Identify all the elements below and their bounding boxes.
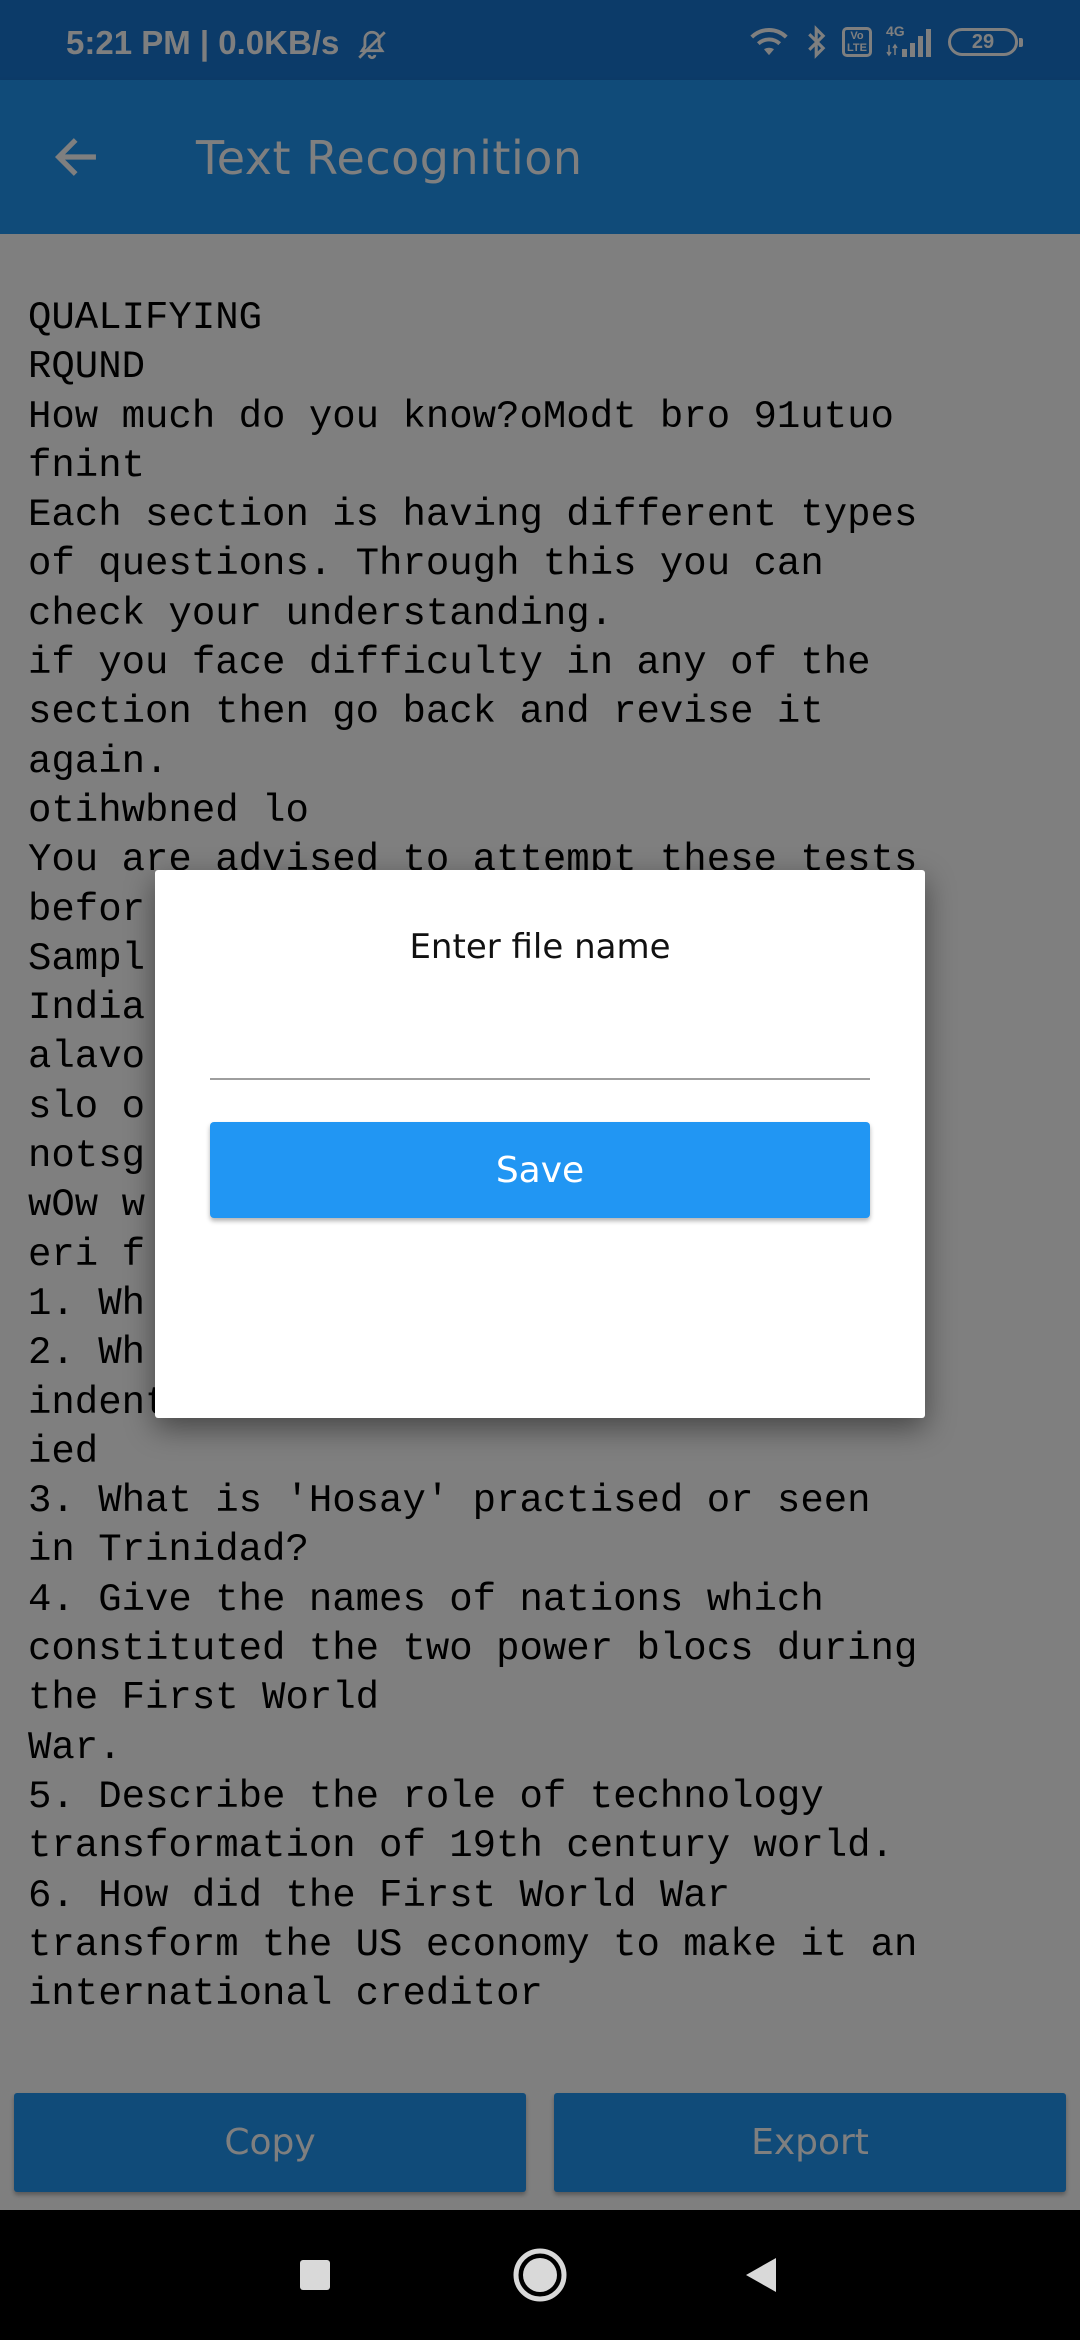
file-name-input[interactable] bbox=[210, 1000, 870, 1080]
recents-square-icon bbox=[298, 2258, 332, 2292]
save-button[interactable]: Save bbox=[210, 1122, 870, 1218]
recents-button[interactable] bbox=[270, 2230, 360, 2320]
file-name-dialog: Enter file name Save bbox=[155, 870, 925, 1418]
home-button[interactable] bbox=[495, 2230, 585, 2320]
system-back-button[interactable] bbox=[715, 2230, 805, 2320]
navigation-bar bbox=[0, 2210, 1080, 2340]
back-triangle-icon bbox=[740, 2254, 780, 2296]
screen: 5:21 PM | 0.0KB/s bbox=[0, 0, 1080, 2340]
home-circle-icon bbox=[512, 2247, 568, 2303]
dialog-title: Enter file name bbox=[409, 927, 671, 967]
